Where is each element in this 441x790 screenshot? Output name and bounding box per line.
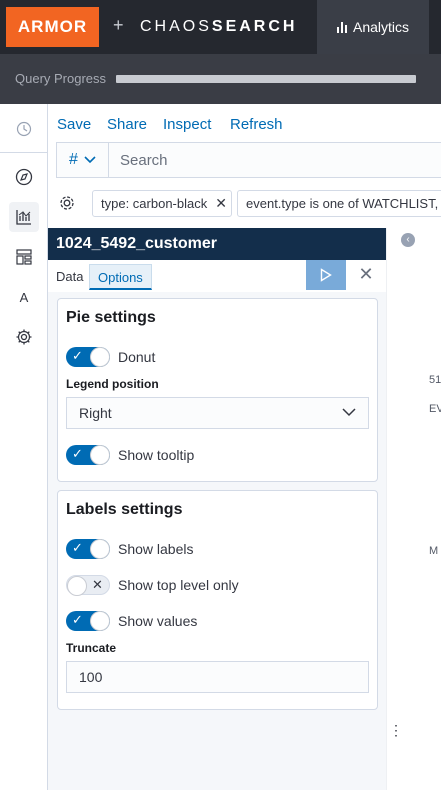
donut-label: Donut [118,349,156,365]
discard-button[interactable]: ✕ [356,264,376,286]
show-labels-toggle[interactable]: ✓ [66,539,110,559]
legend-position-label: Legend position [66,377,159,391]
pie-settings-heading: Pie settings [66,309,156,326]
query-bar: # Search [56,142,441,178]
tab-data[interactable]: Data [48,264,91,290]
query-progress-indicator [116,75,416,83]
partner-name-light: CHAOS [140,18,212,35]
pie-settings-panel: Pie settings ✓ Donut Legend position Rig… [57,298,378,482]
show-top-level-label: Show top level only [118,577,239,593]
toggle-knob [90,539,110,559]
chevron-down-icon [84,156,96,164]
query-progress-label: Query Progress [15,71,107,86]
show-top-level-toggle[interactable]: ✕ [66,575,110,596]
filter-pill-label: type: carbon-black [101,196,208,211]
toggle-knob [90,445,110,465]
close-icon[interactable]: ✕ [215,195,227,212]
labels-settings-panel: Labels settings ✓ Show labels ✕ Show top… [57,490,378,710]
chevron-down-icon [342,408,356,417]
left-sidebar: A [0,104,48,790]
check-icon: ✓ [72,540,83,555]
save-button[interactable]: Save [57,116,91,133]
check-icon: ✓ [72,446,83,461]
resize-handle-icon[interactable]: ⋮ [389,722,403,739]
preview-text: EV [429,403,441,415]
labels-settings-heading: Labels settings [66,501,183,518]
tab-analytics[interactable]: Analytics [317,0,429,54]
show-values-label: Show values [118,613,198,629]
dashboard-icon[interactable] [9,242,39,272]
tab-analytics-label: Analytics [352,19,410,35]
visualization-preview [386,228,441,790]
donut-toggle[interactable]: ✓ [66,347,110,367]
topbar-overflow [429,0,441,54]
filter-settings-icon[interactable] [57,193,77,213]
show-values-toggle[interactable]: ✓ [66,611,110,631]
discover-icon[interactable] [9,162,39,192]
check-icon: ✓ [72,348,83,363]
alerts-icon[interactable]: A [9,282,39,312]
tab-options[interactable]: Options [89,264,152,290]
collapse-sidebar-icon[interactable]: ‹ [401,233,415,247]
visualization-title: 1024_5492_customer [48,228,386,260]
settings-icon[interactable] [9,322,39,352]
filter-pill[interactable]: event.type is one of WATCHLIST, C [237,190,441,217]
show-tooltip-toggle[interactable]: ✓ [66,445,110,465]
top-nav-bar: ARMOR + CHAOSSEARCH Analytics [0,0,441,54]
query-language-switcher[interactable]: # [57,143,109,177]
show-tooltip-label: Show tooltip [118,447,195,463]
share-button[interactable]: Share [107,116,147,133]
top-toolbar: Save Share Inspect Refresh [48,104,441,144]
preview-text: M [429,545,439,557]
chaossearch-logo: CHAOSSEARCH [140,18,297,36]
search-input[interactable]: Search [120,152,168,169]
preview-text: 51 [429,374,441,386]
filter-pill-label: event.type is one of WATCHLIST, C [246,196,441,211]
inspect-button[interactable]: Inspect [163,116,211,133]
refresh-button[interactable]: Refresh [230,116,283,133]
query-language-symbol: # [69,151,78,168]
show-labels-label: Show labels [118,541,194,557]
cross-icon: ✕ [92,577,103,592]
filter-pill[interactable]: type: carbon-black ✕ [92,190,232,217]
bar-chart-icon [336,21,347,33]
toggle-knob [90,347,110,367]
sidebar-divider [0,152,48,153]
legend-position-select[interactable]: Right [66,397,369,429]
history-icon[interactable] [9,114,39,144]
apply-changes-button[interactable] [306,260,346,290]
play-icon [320,268,332,282]
plus-separator: + [113,15,124,35]
check-icon: ✓ [72,612,83,627]
toggle-knob [90,611,110,631]
partner-name-bold: SEARCH [211,18,298,35]
truncate-input[interactable]: 100 [66,661,369,693]
visualize-icon[interactable] [9,202,39,232]
armor-logo: ARMOR [6,7,99,47]
toggle-knob [67,576,87,596]
legend-position-value: Right [79,405,112,421]
truncate-label: Truncate [66,641,117,655]
close-icon: ✕ [358,264,374,284]
